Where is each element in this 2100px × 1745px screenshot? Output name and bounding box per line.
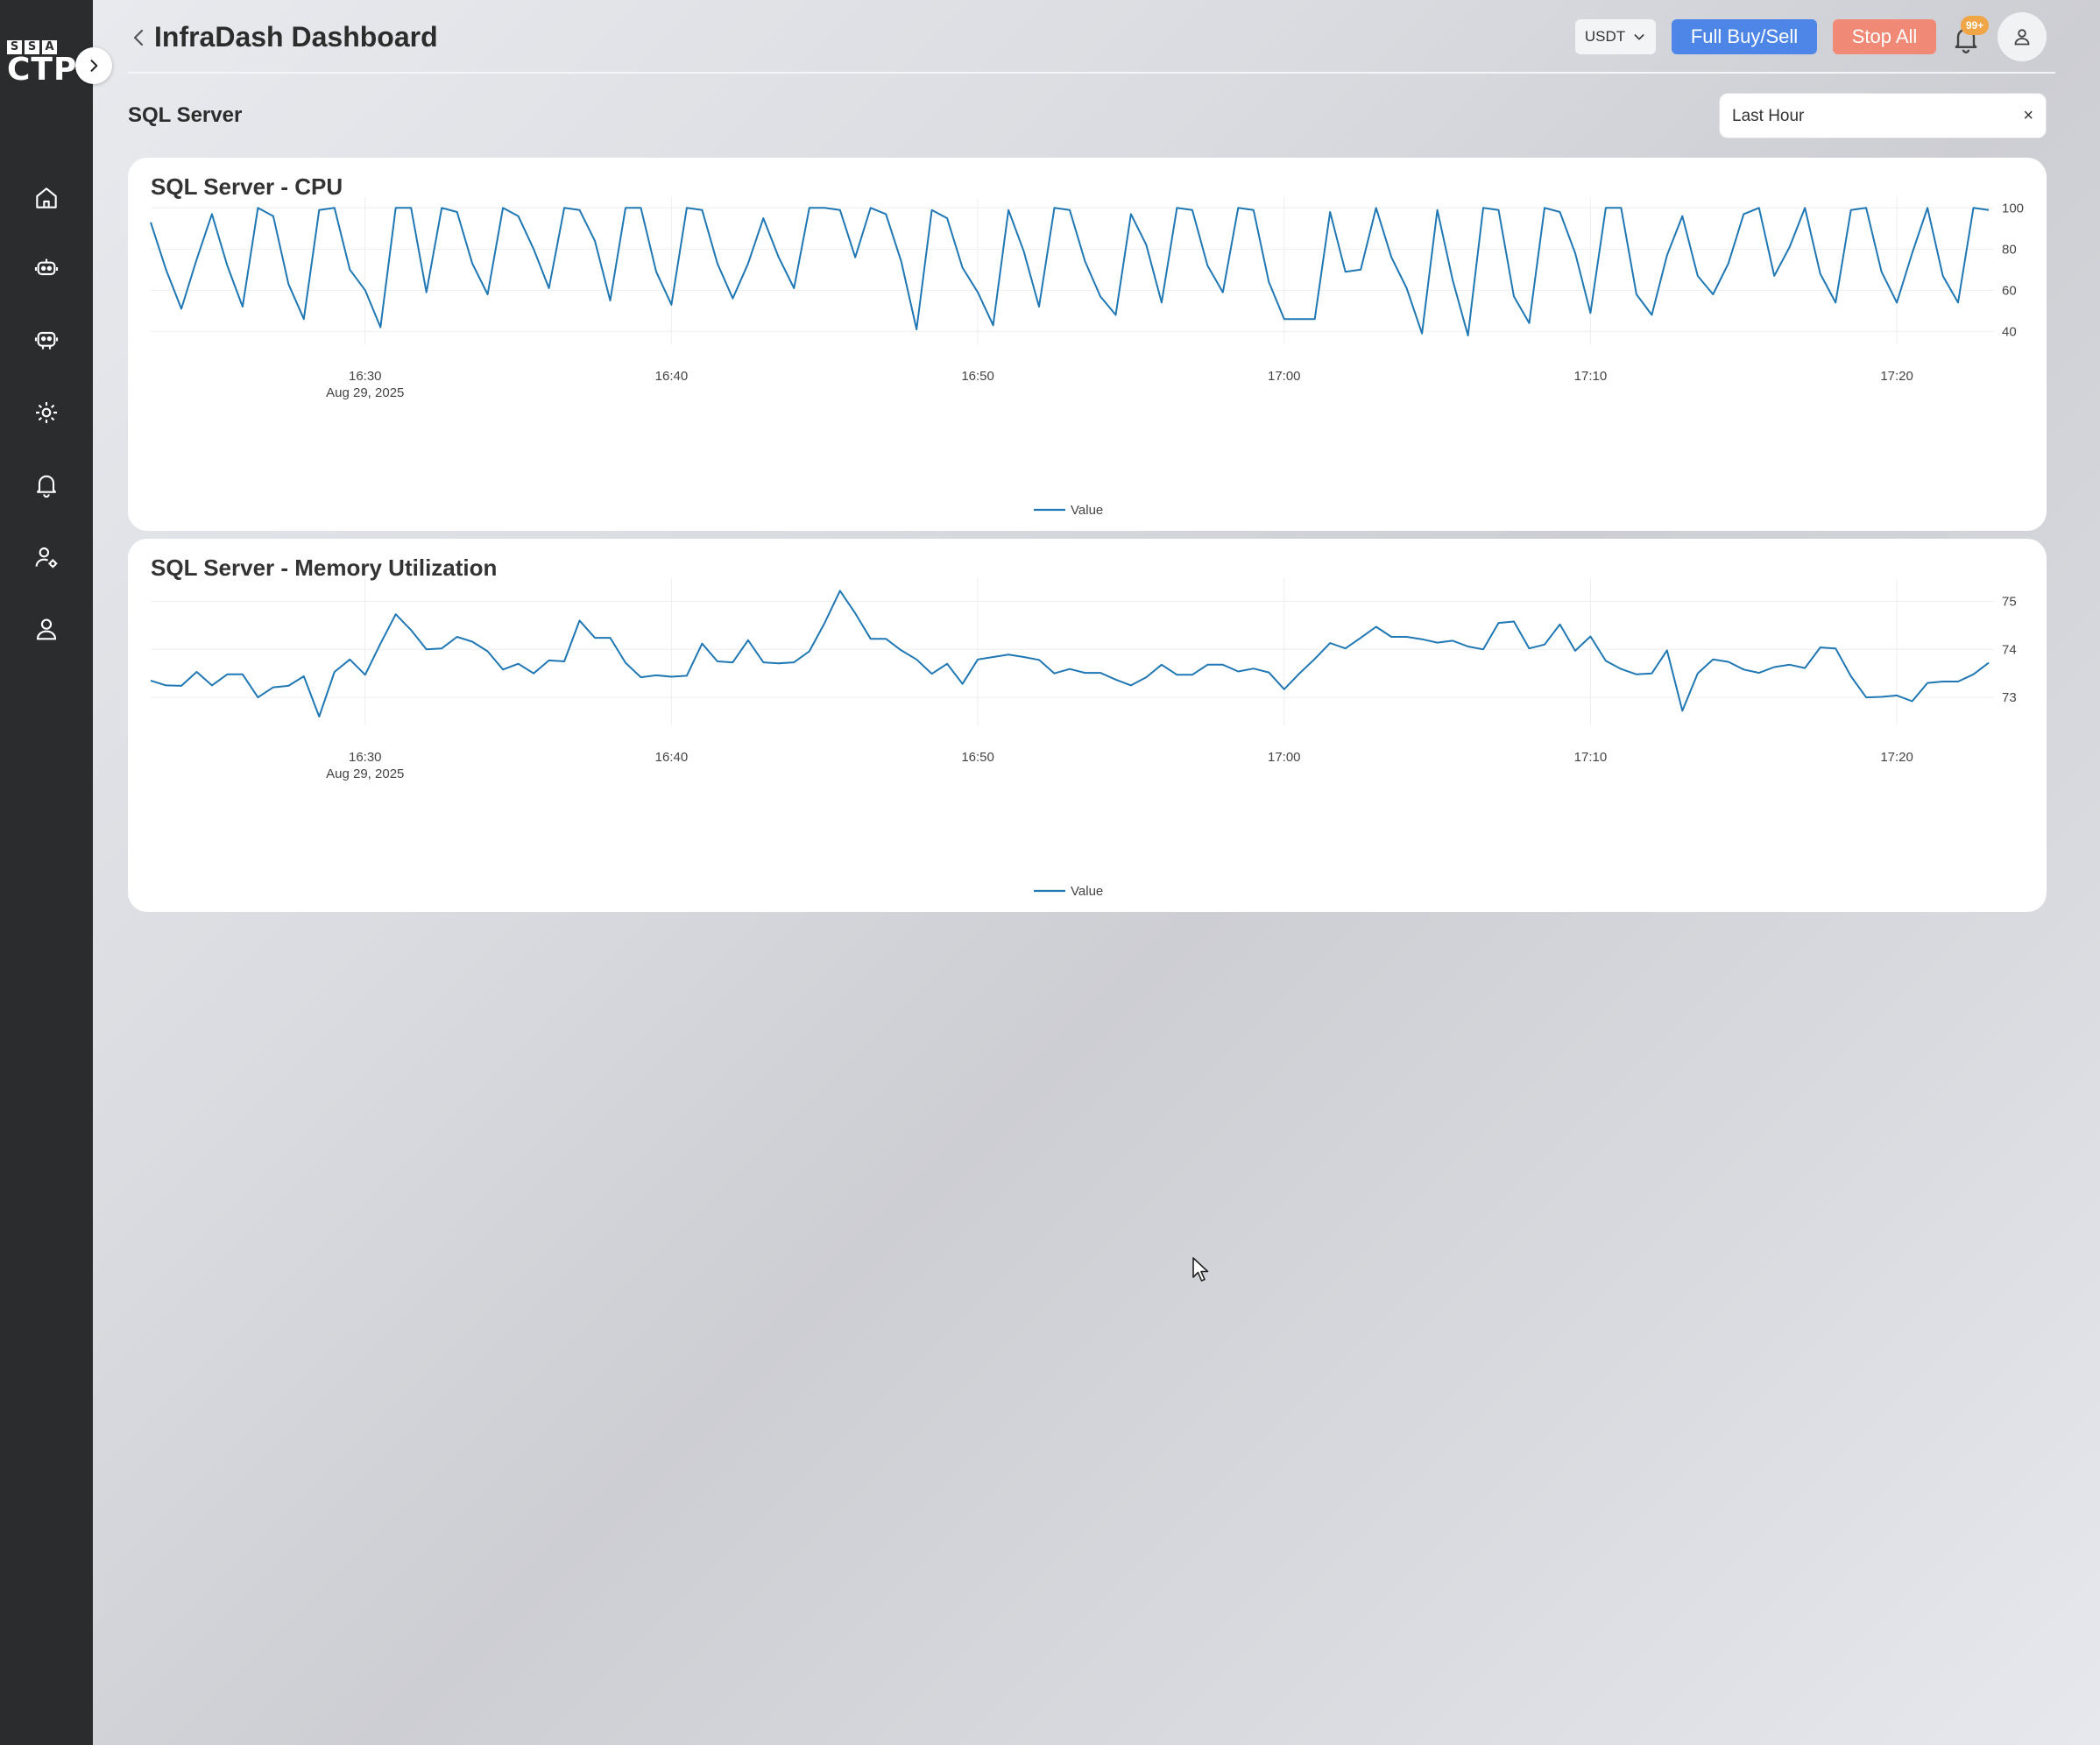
section-title: SQL Server bbox=[128, 103, 243, 127]
series-line bbox=[150, 207, 1990, 336]
y-tick-label: 60 bbox=[2002, 283, 2017, 298]
x-tick-label: 17:00 bbox=[1268, 750, 1301, 765]
x-tick-sublabel: Aug 29, 2025 bbox=[326, 385, 404, 400]
x-tick-label: 16:50 bbox=[961, 369, 994, 384]
sidebar-item-user-settings[interactable] bbox=[29, 540, 64, 575]
time-range-value: Last Hour bbox=[1732, 107, 1805, 125]
user-icon bbox=[36, 618, 57, 640]
bot-icon bbox=[34, 258, 59, 276]
back-button[interactable] bbox=[128, 25, 149, 51]
x-tick-label: 16:30 bbox=[349, 369, 382, 384]
memory-chart-card: SQL Server - Memory Utilization 16:30 Aug… bbox=[128, 539, 2047, 912]
chevron-right-icon bbox=[90, 60, 98, 72]
cpu-line-chart: 16:30Aug 29, 2025 16:40 16:50 17:00 17:10 17:… bbox=[150, 197, 2024, 518]
x-tick-sublabel: Aug 29, 2025 bbox=[326, 767, 404, 781]
x-tick-label: 17:00 bbox=[1268, 369, 1301, 384]
page-title: InfraDash Dashboard bbox=[154, 21, 438, 53]
chevron-left-icon bbox=[133, 29, 144, 46]
sidebar-item-profile[interactable] bbox=[29, 611, 64, 646]
sidebar-item-bots[interactable] bbox=[29, 250, 64, 285]
home-icon bbox=[36, 187, 57, 208]
memory-line-chart: 16:30 Aug 29, 2025 16:40 16:50 17:00 17:10 17:… bbox=[150, 578, 2017, 899]
x-tick-label: 17:10 bbox=[1574, 369, 1608, 384]
chevron-down-icon bbox=[1634, 34, 1644, 40]
sidebar-item-alerts[interactable] bbox=[29, 467, 64, 502]
y-tick-label: 75 bbox=[2002, 594, 2017, 609]
sidebar-item-bot-settings[interactable] bbox=[29, 322, 64, 357]
header: InfraDash Dashboard USDT Full Buy/Sell S… bbox=[128, 12, 2055, 74]
time-range-select[interactable]: Last Hour × bbox=[1719, 93, 2047, 138]
sidebar-item-home[interactable] bbox=[29, 180, 64, 215]
sidebar-expand-button[interactable] bbox=[75, 47, 112, 84]
y-tick-label: 74 bbox=[2002, 642, 2017, 657]
x-tick-label: 16:50 bbox=[961, 750, 994, 765]
currency-value: USDT bbox=[1584, 28, 1626, 45]
stop-all-button[interactable]: Stop All bbox=[1833, 19, 1936, 54]
x-tick-label: 17:20 bbox=[1880, 750, 1913, 765]
avatar[interactable] bbox=[1997, 12, 2047, 61]
x-tick-label: 16:40 bbox=[655, 369, 689, 384]
x-tick-label: 16:40 bbox=[655, 750, 689, 765]
sidebar: S S A CTP bbox=[0, 0, 93, 1745]
user-settings-icon bbox=[35, 547, 58, 569]
y-tick-label: 100 bbox=[2002, 201, 2024, 215]
gear-icon bbox=[36, 402, 57, 423]
mouse-cursor-icon bbox=[1192, 1257, 1209, 1282]
user-icon bbox=[2014, 29, 2030, 46]
currency-select[interactable]: USDT bbox=[1575, 19, 1656, 54]
legend-label: Value bbox=[1071, 884, 1103, 899]
full-buy-sell-button[interactable]: Full Buy/Sell bbox=[1672, 19, 1817, 54]
bot-settings-icon bbox=[34, 331, 59, 350]
y-tick-label: 73 bbox=[2002, 690, 2017, 705]
y-tick-label: 40 bbox=[2002, 324, 2017, 339]
x-tick-label: 17:10 bbox=[1574, 750, 1608, 765]
logo-text: CTP bbox=[7, 52, 78, 88]
bell-icon bbox=[36, 475, 57, 498]
notification-badge: 99+ bbox=[1961, 16, 1989, 35]
legend-label: Value bbox=[1071, 503, 1103, 518]
x-tick-label: 17:20 bbox=[1880, 369, 1913, 384]
sidebar-item-settings[interactable] bbox=[29, 395, 64, 430]
logo: S S A CTP bbox=[7, 40, 78, 89]
y-tick-label: 80 bbox=[2002, 242, 2017, 257]
cpu-chart-card: SQL Server - CPU 16:30 Aug 29, 2025 16:40 1… bbox=[128, 158, 2047, 531]
x-tick-label: 16:30 bbox=[349, 750, 382, 765]
clear-range-button[interactable]: × bbox=[2023, 106, 2033, 126]
